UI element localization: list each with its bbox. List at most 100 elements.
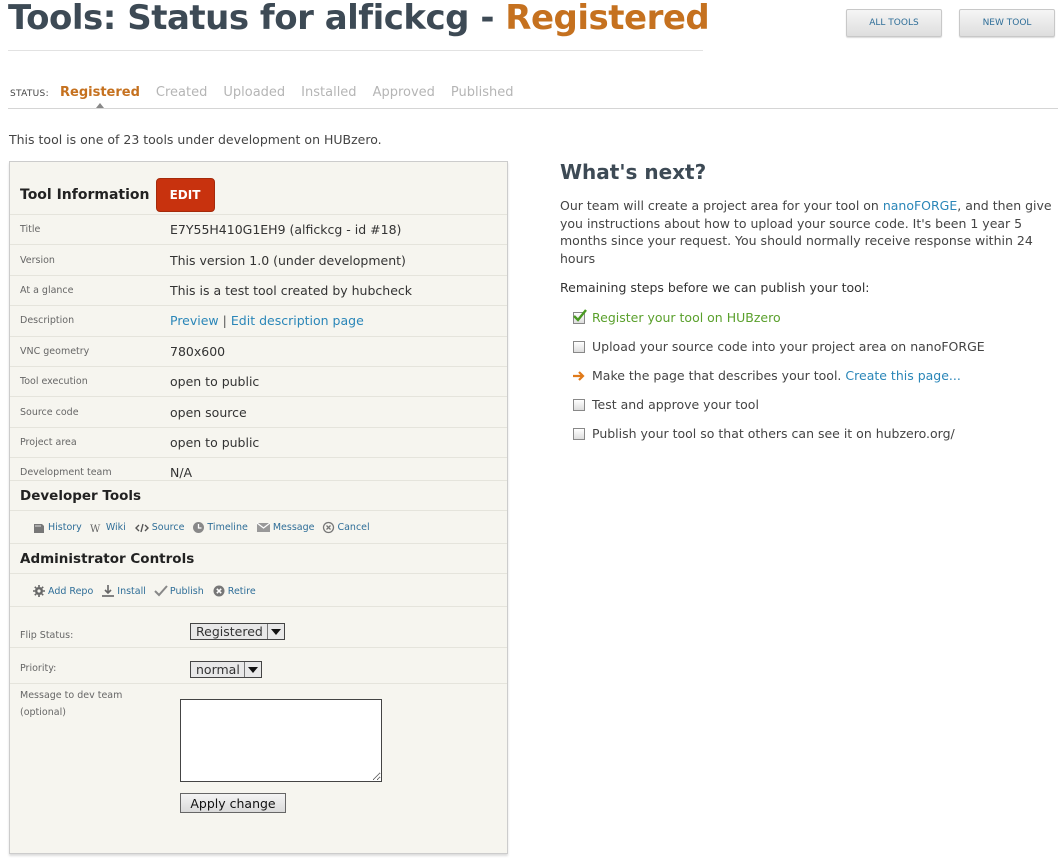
nanoforge-link[interactable]: nanoFORGE [883,198,957,213]
add-repo-link[interactable]: Add Repo [32,584,93,598]
apply-change-button[interactable]: Apply change [180,793,286,813]
timeline-icon [193,522,205,533]
whats-next-heading: What's next? [560,160,707,184]
info-value: This version 1.0 (under development) [170,252,406,268]
list-item: Upload your source code into your projec… [560,332,1058,361]
tool-info-panel: Tool Information EDIT Title E7Y55H410G1E… [9,161,508,854]
info-value: open to public [170,434,260,450]
section-divider [10,510,507,511]
step-text: Make the page that describes your tool. [592,368,842,383]
info-row-source-code: Source code open source [10,396,507,426]
flip-status-value: Registered [196,624,263,639]
section-divider [10,647,507,648]
install-link[interactable]: Install [101,584,146,598]
create-page-link[interactable]: Create this page... [845,368,960,383]
publish-link[interactable]: Publish [154,584,204,598]
status-step-registered: Registered [60,85,140,108]
info-label: At a glance [20,284,74,296]
status-bar: STATUS: Registered Created Uploaded Inst… [8,84,1058,109]
whats-next-paragraph: Our team will create a project area for … [560,197,1058,267]
priority-select[interactable]: normal [190,661,262,678]
link-separator: | [222,313,227,329]
intro-text: This tool is one of 23 tools under devel… [9,132,382,147]
chevron-down-icon [266,624,284,639]
wiki-link[interactable]: W Wiki [90,521,126,534]
checked-box-icon [572,308,587,325]
message-link[interactable]: Message [256,521,314,534]
message-textarea[interactable] [180,699,382,782]
section-divider [10,606,507,607]
status-steps: Registered Created Uploaded Installed Ap… [60,85,514,108]
history-icon [34,523,44,533]
status-step-created: Created [155,85,208,100]
tool-info-table: Title E7Y55H410G1EH9 (alfickcg - id #18)… [10,214,507,488]
status-step-published: Published [450,85,514,100]
source-label: Source [151,522,185,533]
preview-link[interactable]: Preview [170,313,219,328]
source-icon [134,523,149,532]
list-item: Register your tool on HUBzero [560,303,1058,332]
source-link[interactable]: Source [134,521,185,534]
edit-button[interactable]: EDIT [155,178,215,212]
retire-link[interactable]: Retire [212,584,256,598]
info-label: Tool execution [20,376,88,388]
info-value: E7Y55H410G1EH9 (alfickcg - id #18) [170,222,402,238]
section-divider [10,543,507,544]
title-divider [8,50,703,51]
flip-status-select[interactable]: Registered [190,623,285,640]
new-tool-button[interactable]: NEW TOOL [959,9,1055,37]
info-value: Preview | Edit description page [170,313,364,328]
publish-label: Publish [169,585,204,597]
timeline-link[interactable]: Timeline [192,521,248,534]
info-value: This is a test tool created by hubcheck [170,282,412,298]
list-item: Publish your tool so that others can see… [560,419,1058,448]
info-value: N/A [170,465,193,481]
install-label: Install [117,585,146,597]
info-label: Version [20,254,55,266]
info-row-description: Description Preview | Edit description pag… [10,305,507,335]
gear-icon [33,585,45,597]
tool-info-heading: Tool Information [20,187,150,203]
info-value: open to public [170,374,260,390]
info-row-project-area: Project area open to public [10,426,507,457]
list-item: Test and approve your tool [560,390,1058,419]
status-step-uploaded: Uploaded [223,85,286,100]
cancel-link[interactable]: Cancel [322,521,370,534]
arrow-right-icon [572,369,586,383]
section-divider [10,683,507,684]
remaining-steps-list: Register your tool on HUBzero Upload you… [560,303,1058,448]
cancel-icon [323,521,335,534]
paragraph-text: Our team will create a project area for … [560,198,883,213]
step-text: Test and approve your tool [592,397,759,412]
page-title-prefix: Tools: Status for alfickcg - [8,0,506,38]
history-link[interactable]: History [32,521,82,534]
info-label: Title [20,224,41,236]
info-row-title: Title E7Y55H410G1EH9 (alfickcg - id #18) [10,214,507,244]
close-circle-icon [213,585,225,597]
info-value: open source [170,404,247,420]
info-row-vnc-geometry: VNC geometry 780x600 [10,335,507,366]
checkbox-icon [572,340,586,354]
section-divider [10,480,507,481]
info-value: 780x600 [170,343,226,359]
priority-value: normal [196,662,240,677]
whats-next-section: What's next? Our team will create a proj… [560,160,1058,448]
section-divider [10,573,507,574]
list-item: Make the page that describes your tool. … [560,361,1058,390]
flip-status-row: Flip Status: Registered [20,623,500,644]
step-text: Publish your tool so that others can see… [592,426,955,441]
info-row-version: Version This version 1.0 (under developm… [10,244,507,274]
status-step-approved: Approved [372,85,435,100]
developer-tools-heading: Developer Tools [20,488,142,504]
step-text: Upload your source code into your projec… [592,339,985,354]
wiki-label: Wiki [105,522,126,533]
page-title-status: Registered [505,0,710,38]
edit-description-link[interactable]: Edit description page [231,313,364,328]
info-row-tool-execution: Tool execution open to public [10,365,507,396]
all-tools-button[interactable]: ALL TOOLS [846,9,942,37]
page-title: Tools: Status for alfickcg - Registered [8,0,710,38]
checkbox-icon [572,427,586,441]
info-label: Project area [20,436,77,448]
install-icon [102,585,115,597]
remaining-steps-heading: Remaining steps before we can publish yo… [560,280,870,295]
